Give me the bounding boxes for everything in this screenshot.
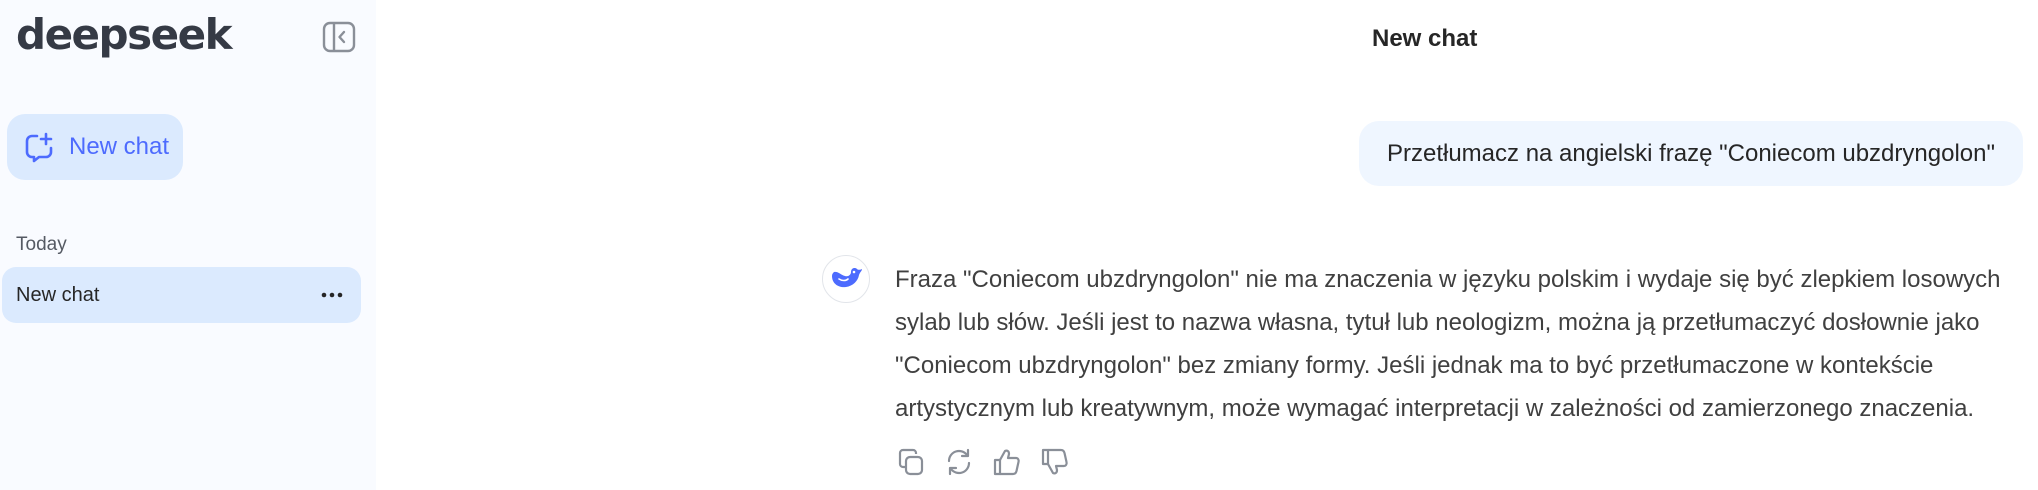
copy-icon [896,447,926,482]
assistant-message-line: "Coniecom ubzdryngolon" bez zmiany formy… [895,352,1934,379]
sidebar-collapse-icon [322,21,356,58]
assistant-message: Fraza "Coniecom ubzdryngolon" nie ma zna… [895,258,2020,430]
message-actions [895,448,1071,480]
like-button[interactable] [991,448,1023,480]
page-title: New chat [1372,25,1478,52]
new-chat-label: New chat [69,133,170,160]
regenerate-icon [944,447,974,482]
assistant-avatar [822,255,870,303]
dislike-button[interactable] [1039,448,1071,480]
assistant-message-line: artystycznym lub kreatywnym, może wymaga… [895,395,1975,422]
sidebar: deepseek New chat Today New chat [0,0,376,490]
deepseek-whale-icon [829,264,863,295]
history-section-today: Today [16,234,67,255]
regenerate-button[interactable] [943,448,975,480]
user-message: Przetłumacz na angielski frazę "Coniecom… [1359,121,2023,186]
thumbs-down-icon [1040,447,1070,482]
thumbs-up-icon [992,447,1022,482]
new-chat-icon [23,131,55,163]
deepseek-logo: deepseek [16,10,233,59]
sidebar-item-new-chat[interactable]: New chat [2,267,361,323]
new-chat-button[interactable]: New chat [7,114,183,180]
history-item-title: New chat [16,283,100,306]
assistant-message-line: sylab lub słów. Jeśli jest to nazwa włas… [895,309,1980,336]
copy-button[interactable] [895,448,927,480]
sidebar-collapse-button[interactable] [322,21,356,58]
assistant-message-line: Fraza "Coniecom ubzdryngolon" nie ma zna… [895,266,2001,293]
more-icon[interactable] [321,292,343,298]
